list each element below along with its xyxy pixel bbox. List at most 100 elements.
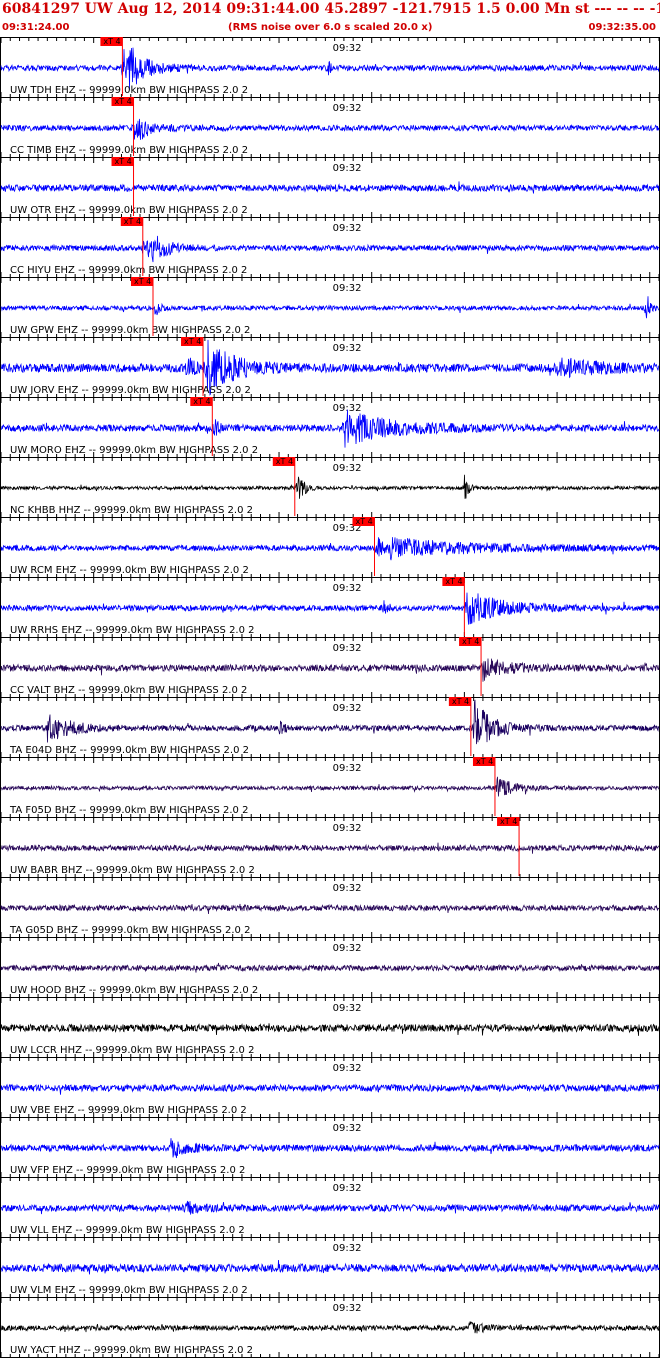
station-label: UW TDH EHZ -- 99999.0km BW HIGHPASS 2.0 … <box>10 85 248 96</box>
pick-label: xT 4 <box>103 37 120 46</box>
minute-label: 09:32 <box>333 823 362 834</box>
station-label: UW LCCR HHZ -- 99999.0km BW HIGHPASS 2.0… <box>10 1045 254 1056</box>
minute-label: 09:32 <box>333 463 362 474</box>
trace-panel: 09:32 CC VALT BHZ -- 99999.0km BW HIGHPAS… <box>0 637 660 698</box>
station-label: UW VLL EHZ -- 99999.0km BW HIGHPASS 2.0 … <box>10 1225 245 1236</box>
pick-label: xT 4 <box>476 757 493 766</box>
pick-label: xT 4 <box>115 97 132 106</box>
trace-panel: 09:32 UW VBE EHZ -- 99999.0km BW HIGHPASS… <box>0 1057 660 1118</box>
pick-label: xT 4 <box>462 637 479 646</box>
pick-label: xT 4 <box>124 217 141 226</box>
pick-label: xT 4 <box>355 517 372 526</box>
pick-label: xT 4 <box>193 397 210 406</box>
trace-panel: 09:32 TA F05D BHZ -- 99999.0km BW HIGHPAS… <box>0 757 660 818</box>
station-label: CC VALT BHZ -- 99999.0km BW HIGHPASS 2.0… <box>10 685 247 696</box>
trace-panel: 09:32 UW RRHS EHZ -- 99999.0km BW HIGHPAS… <box>0 577 660 638</box>
end-time-label: 09:32:35.00 <box>588 22 656 33</box>
event-title: 60841297 UW Aug 12, 2014 09:31:44.00 45.… <box>2 1 660 17</box>
waveform-trace <box>0 699 660 745</box>
trace-panel: 09:32 NC KHBB HHZ -- 99999.0km BW HIGHPAS… <box>0 457 660 518</box>
minute-label: 09:32 <box>333 163 362 174</box>
station-label: UW YACT HHZ -- 99999.0km BW HIGHPASS 2.0… <box>10 1345 253 1356</box>
minute-label: 09:32 <box>333 583 362 594</box>
trace-panel: 09:32UW RCM EHZ -- 99999.0km BW HIGHPASS… <box>0 517 660 578</box>
trace-panel: 09:32 UW VLM EHZ -- 99999.0km BW HIGHPASS… <box>0 1237 660 1298</box>
minute-label: 09:32 <box>333 1183 362 1194</box>
trace-panel: 09:32UW MORO EHZ -- 99999.0km BW HIGHPAS… <box>0 397 660 458</box>
pick-label: xT 4 <box>184 337 201 346</box>
trace-panel: 09:32 UW OTR EHZ -- 99999.0km BW HIGHPASS… <box>0 157 660 218</box>
waveform-trace <box>0 903 660 915</box>
station-label: UW RRHS EHZ -- 99999.0km BW HIGHPASS 2.0… <box>10 625 255 636</box>
pick-label: xT 4 <box>115 157 132 166</box>
waveform-trace <box>1 1200 660 1215</box>
station-label: UW VBE EHZ -- 99999.0km BW HIGHPASS 2.0 … <box>10 1105 247 1116</box>
waveform-trace <box>0 235 660 263</box>
trace-panel: 09:32 UW BABR BHZ -- 99999.0km BW HIGHPAS… <box>0 817 660 878</box>
seismogram-plot: 09:32 UW TDH EHZ -- 99999.0km BW HIGHPASS… <box>0 37 660 1358</box>
trace-panel: 09:32 TA E04D BHZ -- 99999.0km BW HIGHPAS… <box>0 697 660 758</box>
station-label: CC TIMB EHZ -- 99999.0km BW HIGHPASS 2.0… <box>10 145 248 156</box>
trace-panel: 09:32 UW JORV EHZ -- 99999.0km BW HIGHPAS… <box>0 337 660 398</box>
minute-label: 09:32 <box>333 1003 362 1014</box>
waveform-trace <box>0 47 660 90</box>
waveform-trace <box>0 537 660 561</box>
waveform-trace <box>0 1321 660 1334</box>
minute-label: 09:32 <box>333 1303 362 1314</box>
waveform-trace <box>0 1138 660 1159</box>
plot-header: 60841297 UW Aug 12, 2014 09:31:44.00 45.… <box>0 0 660 36</box>
trace-panel: 09:32 UW YACT HHZ -- 99999.0km BW HIGHPAS… <box>0 1297 660 1358</box>
trace-panel: 09:32 CC TIMB EHZ -- 99999.0km BW HIGHPAS… <box>0 97 660 158</box>
waveform-trace <box>0 1083 660 1095</box>
trace-panel: 09:32 UW VFP EHZ -- 99999.0km BW HIGHPASS… <box>0 1117 660 1178</box>
waveform-trace <box>0 296 659 319</box>
station-label: TA G05D BHZ -- 99999.0km BW HIGHPASS 2.0… <box>9 925 250 936</box>
waveform-trace <box>0 181 660 194</box>
waveform-trace <box>0 658 660 682</box>
minute-label: 09:32 <box>333 103 362 114</box>
station-label: UW HOOD BHZ -- 99999.0km BW HIGHPASS 2.0… <box>10 985 258 996</box>
station-label: UW VLM EHZ -- 99999.0km BW HIGHPASS 2.0 … <box>10 1285 248 1296</box>
minute-label: 09:32 <box>333 643 362 654</box>
minute-label: 09:32 <box>333 283 362 294</box>
waveform-trace <box>0 474 660 499</box>
station-label: UW VFP EHZ -- 99999.0km BW HIGHPASS 2.0 … <box>10 1165 245 1176</box>
station-label: UW JORV EHZ -- 99999.0km BW HIGHPASS 2.0… <box>10 385 251 396</box>
station-label: UW OTR EHZ -- 99999.0km BW HIGHPASS 2.0 … <box>10 205 248 216</box>
minute-label: 09:32 <box>333 763 362 774</box>
waveform-trace <box>0 842 660 854</box>
station-label: NC KHBB HHZ -- 99999.0km BW HIGHPASS 2.0… <box>10 505 253 516</box>
phase-pick: xT 4 <box>472 757 496 816</box>
station-label: UW RCM EHZ -- 99999.0km BW HIGHPASS 2.0 … <box>10 565 249 576</box>
waveform-trace <box>0 1259 660 1275</box>
minute-label: 09:32 <box>333 223 362 234</box>
pick-label: xT 4 <box>500 817 517 826</box>
waveform-trace <box>0 409 660 448</box>
trace-panel: 09:32 UW TDH EHZ -- 99999.0km BW HIGHPASS… <box>0 37 660 98</box>
station-label: TA E04D BHZ -- 99999.0km BW HIGHPASS 2.0… <box>9 745 249 756</box>
station-label: CC HIYU EHZ -- 99999.0km BW HIGHPASS 2.0… <box>10 265 247 276</box>
minute-label: 09:32 <box>333 343 362 354</box>
waveform-trace <box>0 592 660 625</box>
waveform-trace <box>0 1023 660 1036</box>
trace-panel: 09:32 UW LCCR HHZ -- 99999.0km BW HIGHPAS… <box>0 997 660 1058</box>
minute-label: 09:32 <box>333 1063 362 1074</box>
pick-label: xT 4 <box>445 577 462 586</box>
scaling-note: (RMS noise over 6.0 s scaled 20.0 x) <box>228 22 433 33</box>
trace-panel: 09:32 CC HIYU EHZ -- 99999.0km BW HIGHPAS… <box>0 217 660 278</box>
station-label: UW MORO EHZ -- 99999.0km BW HIGHPASS 2.0… <box>10 445 258 456</box>
minute-label: 09:32 <box>333 883 362 894</box>
pick-label: xT 4 <box>452 697 469 706</box>
minute-label: 09:32 <box>333 703 362 714</box>
minute-label: 09:32 <box>333 1123 362 1134</box>
start-time-label: 09:31:24.00 <box>2 22 70 33</box>
trace-panel: 09:32 UW GPW EHZ -- 99999.0km BW HIGHPASS… <box>0 277 660 338</box>
station-label: UW BABR BHZ -- 99999.0km BW HIGHPASS 2.0… <box>10 865 255 876</box>
trace-panel: 09:32 TA G05D BHZ -- 99999.0km BW HIGHPAS… <box>0 877 660 938</box>
trace-panel: 09:32 UW VLL EHZ -- 99999.0km BW HIGHPASS… <box>0 1177 660 1238</box>
pick-label: xT 4 <box>134 277 151 286</box>
waveform-trace <box>0 962 660 973</box>
minute-label: 09:32 <box>333 943 362 954</box>
waveform-trace <box>0 776 660 797</box>
trace-panel: 09:32 UW HOOD BHZ -- 99999.0km BW HIGHPAS… <box>0 937 660 998</box>
